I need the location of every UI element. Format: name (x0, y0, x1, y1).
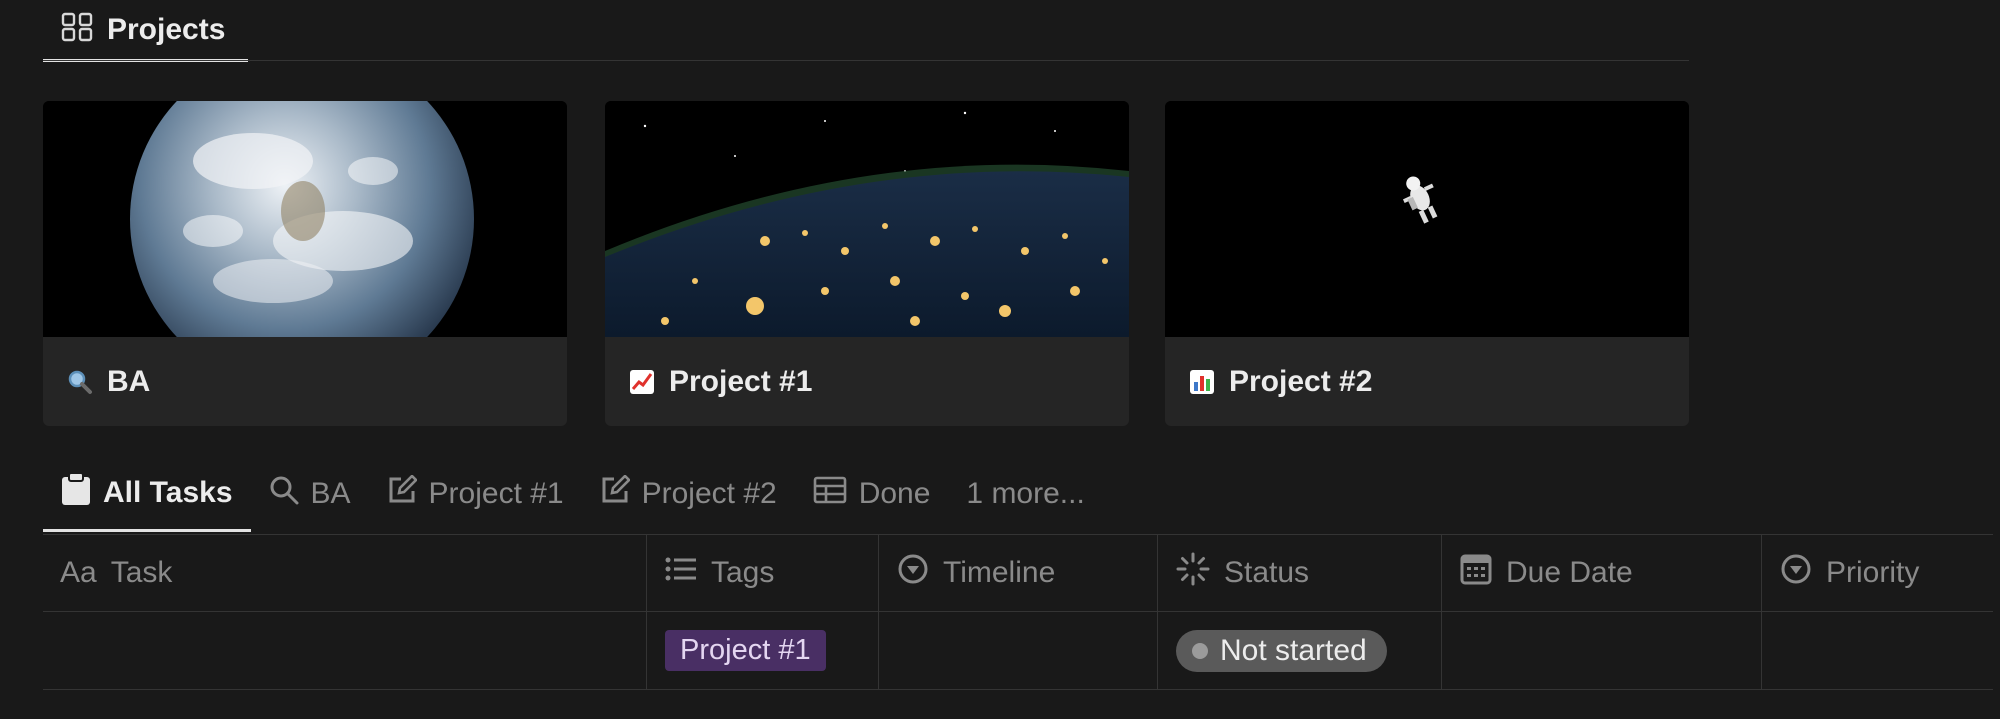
cell-status[interactable]: Not started (1158, 612, 1442, 689)
gallery-card-ba[interactable]: BA (43, 101, 567, 426)
magnifying-glass-icon (67, 369, 93, 395)
view-tab-project-2[interactable]: Project #2 (582, 456, 795, 532)
tab-projects-label: Projects (107, 12, 226, 46)
bar-chart-icon (1189, 369, 1215, 395)
cover-earth-image (43, 101, 567, 337)
divider (43, 60, 1689, 61)
tasks-table: Aa Task Tags Timeline Status Due Date Pr… (43, 535, 1993, 690)
column-header-status[interactable]: Status (1158, 535, 1442, 611)
view-tab-all-tasks[interactable]: All Tasks (43, 456, 251, 532)
tag-pill: Project #1 (665, 630, 826, 671)
view-tab-label: Project #2 (641, 477, 777, 510)
table-row[interactable]: Project #1 Not started (43, 612, 1993, 690)
column-label: Due Date (1506, 556, 1633, 589)
select-circle-icon (897, 553, 929, 593)
cell-tags[interactable]: Project #1 (647, 612, 879, 689)
card-title: Project #2 (1229, 364, 1373, 398)
edit-icon (600, 474, 631, 513)
view-tab-ba[interactable]: BA (251, 456, 369, 532)
cell-due-date[interactable] (1442, 612, 1762, 689)
card-title-row: Project #1 (605, 337, 1129, 426)
column-label: Timeline (943, 556, 1056, 589)
card-title: Project #1 (669, 364, 813, 398)
status-badge: Not started (1176, 629, 1387, 672)
chart-increasing-icon (629, 369, 655, 395)
status-label: Not started (1220, 633, 1367, 667)
list-icon (665, 556, 697, 590)
cover-night-earth-image (605, 101, 1129, 337)
column-label: Priority (1826, 556, 1920, 589)
view-tab-project-1[interactable]: Project #1 (369, 456, 582, 532)
search-icon (269, 475, 299, 513)
cell-priority[interactable] (1762, 612, 1993, 689)
table-icon (813, 476, 847, 512)
column-label: Status (1224, 556, 1310, 589)
card-title-row: BA (43, 337, 567, 426)
column-label: Task (110, 556, 173, 589)
more-views-label: 1 more... (966, 477, 1085, 510)
gallery-grid-icon (61, 12, 93, 47)
more-views-button[interactable]: 1 more... (948, 456, 1102, 532)
cell-task[interactable] (43, 612, 647, 689)
card-title: BA (107, 364, 151, 398)
tab-projects[interactable]: Projects (43, 0, 248, 62)
status-spinner-icon (1176, 552, 1210, 594)
column-header-due-date[interactable]: Due Date (1442, 535, 1762, 611)
table-header-row: Aa Task Tags Timeline Status Due Date Pr… (43, 535, 1993, 612)
view-tab-label: Project #1 (428, 477, 564, 510)
calendar-icon (1460, 553, 1492, 593)
select-circle-icon (1780, 553, 1812, 593)
column-header-tags[interactable]: Tags (647, 535, 879, 611)
view-tab-label: All Tasks (103, 475, 233, 509)
column-header-priority[interactable]: Priority (1762, 535, 1993, 611)
page-root: Projects BA Project #1 Project #2 All Ta… (0, 0, 2000, 719)
clipboard-icon (61, 471, 91, 514)
status-dot-icon (1192, 642, 1208, 659)
gallery-card-project-2[interactable]: Project #2 (1165, 101, 1689, 426)
view-tab-label: Done (858, 477, 931, 510)
card-title-row: Project #2 (1165, 337, 1689, 426)
column-header-task[interactable]: Aa Task (43, 535, 647, 611)
text-type-icon: Aa (60, 556, 97, 589)
cell-timeline[interactable] (879, 612, 1158, 689)
column-header-timeline[interactable]: Timeline (879, 535, 1158, 611)
view-tab-label: BA (310, 477, 351, 510)
cover-astronaut-image (1165, 101, 1689, 337)
view-tab-done[interactable]: Done (795, 456, 949, 532)
column-label: Tags (711, 556, 775, 589)
edit-icon (387, 474, 418, 513)
database-view-tabs: All Tasks BA Project #1 Project #2 Done … (43, 456, 1103, 532)
gallery-card-project-1[interactable]: Project #1 (605, 101, 1129, 426)
